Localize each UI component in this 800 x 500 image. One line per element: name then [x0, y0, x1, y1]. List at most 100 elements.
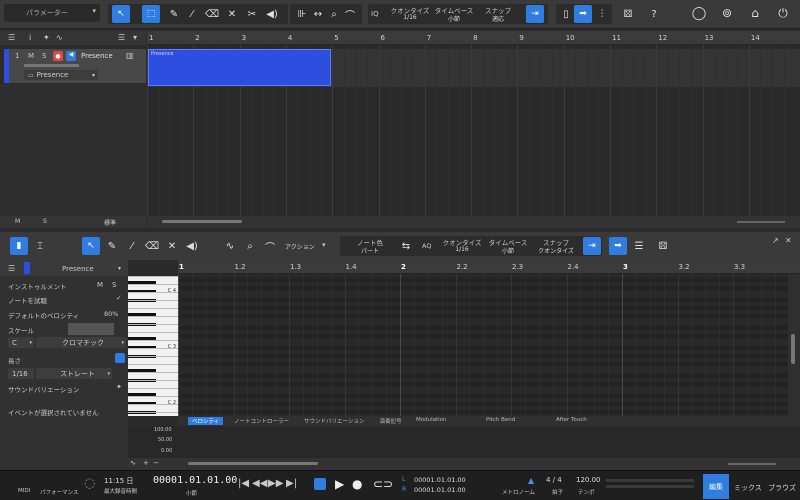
add-track-icon[interactable]: ☰ [118, 33, 125, 42]
close-icon[interactable]: ✕ [785, 236, 792, 245]
paint-tool-icon[interactable]: ⁄ [184, 6, 200, 22]
time-signature[interactable]: 4 / 4 [546, 476, 562, 484]
arrange-grid[interactable]: Presence [147, 45, 800, 216]
editor-ruler[interactable]: 1 1.2 1.3 1.4 2 2.2 2.3 2.4 3 3.2 3.3 [178, 260, 800, 274]
menu-icon[interactable]: ☰ [8, 264, 15, 273]
mute-icon[interactable]: ✕ [164, 238, 180, 254]
browse-view-button[interactable]: ブラウズ [768, 483, 796, 493]
arrange-scrollbar[interactable] [147, 216, 800, 228]
power-icon[interactable]: ⏻ [775, 5, 791, 21]
paint-icon[interactable]: ⁄ [124, 238, 140, 254]
lane-remove-icon[interactable]: − [153, 459, 159, 467]
transform-icon[interactable]: ⌒ [342, 6, 358, 22]
scale-type-select[interactable]: クロマチック ▾ [36, 337, 126, 348]
user-icon[interactable]: ◯ [691, 5, 707, 21]
default-velocity-value[interactable]: 80% [104, 310, 118, 318]
piano-keyboard[interactable]: C 4 C 3 C 2 [128, 276, 178, 416]
lane-tab[interactable]: 演奏記号 [376, 417, 406, 425]
metronome-icon[interactable]: ▲ [528, 476, 534, 485]
lane-curve-icon[interactable]: ∿ [130, 459, 136, 467]
editor-snap-value[interactable]: クオンタイズ [532, 246, 580, 255]
timestretch-toggle-icon[interactable]: ⫶ [594, 6, 610, 22]
editor-autoscroll-button[interactable]: ➡ [609, 237, 627, 255]
cursor-follow-icon[interactable]: ▯ [558, 6, 574, 22]
rewind-start-icon[interactable]: |◀ [238, 478, 249, 489]
wrench-icon[interactable]: ✦ [43, 33, 50, 42]
parameter-dropdown[interactable]: パラメーター ▾ [4, 4, 100, 22]
tempo-value[interactable]: 120.00 [576, 476, 601, 484]
edit-view-button[interactable]: 編集 [703, 474, 729, 499]
length-lock-button[interactable] [115, 353, 125, 363]
scale-keyboard[interactable] [68, 323, 114, 335]
time-stretch-icon[interactable]: ↔ [310, 6, 326, 22]
track-menu-icon[interactable]: ▾ [133, 33, 137, 42]
note-color-value[interactable]: パート [350, 246, 390, 255]
eraser-icon[interactable]: ⌫ [144, 238, 160, 254]
help-icon[interactable]: ? [646, 6, 662, 22]
length-mode-select[interactable]: ストレート ▾ [36, 368, 112, 379]
global-solo[interactable]: S [43, 218, 47, 225]
editor-h-scroll[interactable] [188, 462, 318, 465]
curve-icon[interactable]: ∿ [222, 238, 238, 254]
autoscroll-button[interactable]: ➡ [574, 5, 592, 23]
listen-tool-icon[interactable]: ◀) [264, 6, 280, 22]
length-value-select[interactable]: 1/16 [8, 368, 34, 379]
pencil-icon[interactable]: ✎ [104, 238, 120, 254]
sync-icon[interactable]: ⊚ [719, 5, 735, 21]
lane-tab[interactable]: Pitch Bend [482, 417, 519, 423]
editor-timebase-value[interactable]: 小節 [486, 246, 530, 255]
editor-arrow-button[interactable]: ↖ [82, 237, 100, 255]
lane-tab[interactable]: サウンドバリエーション [300, 417, 368, 425]
expand-icon[interactable]: ↗ [772, 236, 779, 245]
loop-start[interactable]: 00001.01.01.00 [414, 476, 466, 484]
loop-button[interactable] [314, 478, 326, 490]
editor-snap-button[interactable]: ⇥ [583, 237, 601, 255]
track-name[interactable]: Presence [81, 52, 113, 60]
loop-record-icon[interactable]: ⊂⊃ [373, 477, 393, 491]
inspector-solo[interactable]: S [112, 281, 116, 289]
range-tool-button[interactable]: ⬚ [142, 5, 160, 23]
snap-value[interactable]: 適応 [476, 14, 520, 23]
bend-marker-icon[interactable]: ⊪ [294, 6, 310, 22]
record-button[interactable]: ● [53, 51, 63, 61]
snap-toggle-button[interactable]: ⇥ [526, 5, 544, 23]
editor-vertical-scroll[interactable] [788, 274, 800, 416]
play-icon[interactable]: ▶ [335, 477, 344, 491]
forward-icon[interactable]: ▶▶ [268, 478, 283, 489]
editor-options-icon[interactable]: ☰ [631, 238, 647, 254]
transform-icon[interactable]: ⌒ [262, 238, 278, 254]
home-icon[interactable]: ⌂ [747, 5, 763, 21]
editor-dice-icon[interactable]: ⚄ [655, 238, 671, 254]
mix-view-button[interactable]: ミックス [734, 483, 762, 493]
timebase-value[interactable]: 小節 [432, 14, 476, 23]
pencil-tool-icon[interactable]: ✎ [166, 6, 182, 22]
mute-button[interactable]: M [28, 52, 34, 60]
monitor-button[interactable]: ◀ [66, 51, 76, 61]
zoom-icon[interactable]: ⌕ [242, 238, 258, 254]
eraser-tool-icon[interactable]: ⌫ [204, 6, 220, 22]
aq-label[interactable]: AQ [422, 242, 431, 250]
lane-tab[interactable]: ベロシティ [188, 417, 224, 425]
inspector-mute[interactable]: M [97, 281, 103, 289]
rewind-icon[interactable]: ◀◀ [252, 478, 267, 489]
track-volume-bar[interactable] [24, 64, 79, 67]
arrange-ruler[interactable]: 1 2 3 4 5 6 7 8 9 10 11 12 13 14 [147, 31, 800, 45]
record-icon[interactable]: ● [352, 477, 362, 491]
scale-root-select[interactable]: C ▾ [8, 337, 34, 348]
solo-button[interactable]: S [42, 52, 46, 60]
lane-tab[interactable]: Modulation [412, 417, 451, 423]
editor-instrument-name[interactable]: Presence [62, 265, 94, 273]
wrench-icon[interactable]: ✦ [116, 383, 122, 391]
global-mute[interactable]: M [15, 218, 20, 225]
editor-inspector-button[interactable]: ▮ [10, 237, 28, 255]
iq-label[interactable]: IQ [371, 10, 379, 18]
midi-event[interactable]: Presence [148, 49, 331, 86]
split-tool-icon[interactable]: ✂ [244, 6, 260, 22]
action-menu[interactable]: アクション [285, 242, 315, 251]
position-unit[interactable]: 小節 [186, 489, 197, 497]
editor-quantize-value[interactable]: 1/16 [440, 246, 484, 253]
performance-icon[interactable]: ◌ [84, 476, 95, 491]
editor-view-icon[interactable]: ⌶ [32, 238, 48, 254]
lane-tab[interactable]: ノートコントローラー [230, 417, 293, 425]
arrow-tool-button[interactable]: ↖ [112, 5, 130, 23]
